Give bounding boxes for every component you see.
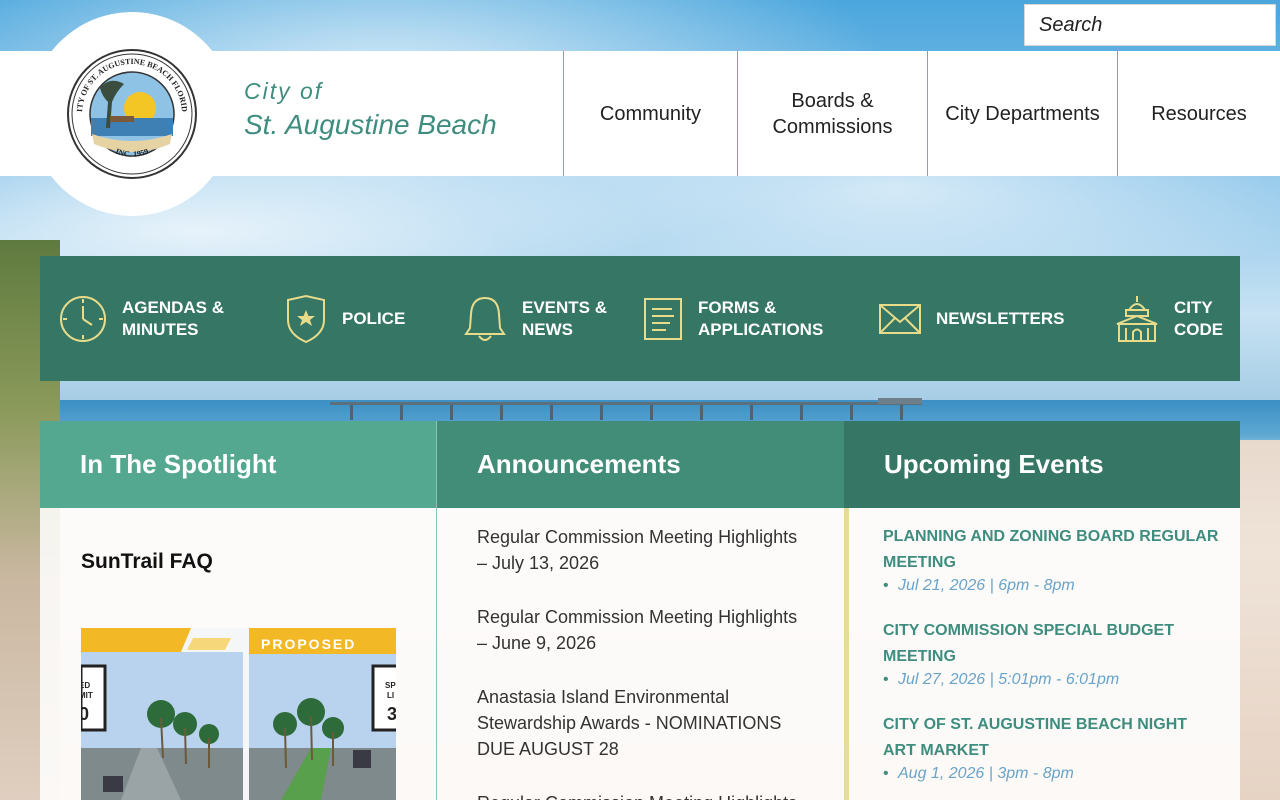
search-box (1024, 4, 1280, 46)
spotlight-image[interactable]: ED MIT 0 PROPOSED SP LI 3 (81, 628, 396, 800)
city-seal-link[interactable]: CITY OF ST. AUGUSTINE BEACH FLORIDA INC.… (30, 12, 234, 216)
event-date: Jul 27, 2026 | 5:01pm - 6:01pm (883, 670, 1220, 690)
events-panel: Upcoming Events PLANNING AND ZONING BOAR… (844, 421, 1240, 800)
brand-line-2: St. Augustine Beach (244, 109, 497, 140)
spotlight-title-link[interactable]: SunTrail FAQ (81, 550, 213, 574)
badge-icon (287, 294, 325, 343)
announcement-link[interactable]: Regular Commission Meeting Highlights – … (477, 524, 804, 576)
quick-links-bar: AGENDAS & MINUTES POLICE EVENTS & NEWS F… (40, 256, 1240, 381)
quick-link-agendas-minutes[interactable]: AGENDAS & MINUTES (58, 256, 232, 381)
pier-graphic (330, 398, 922, 420)
city-seal-logo: CITY OF ST. AUGUSTINE BEACH FLORIDA INC.… (66, 48, 197, 179)
event-item: PLANNING AND ZONING BOARD REGULAR MEETIN… (883, 524, 1220, 596)
bell-icon (464, 296, 506, 341)
announcement-link[interactable]: Anastasia Island Environmental Stewardsh… (477, 684, 804, 762)
brand-line-1: City of (244, 78, 324, 104)
event-title-link[interactable]: CITY COMMISSION SPECIAL BUDGET MEETING (883, 618, 1220, 670)
announcements-heading: Announcements (437, 421, 844, 508)
right-sign-line-3: 3 (387, 704, 396, 724)
spotlight-heading: In The Spotlight (40, 421, 436, 508)
nav-item-boards-commissions[interactable]: Boards & Commissions (737, 51, 927, 176)
right-sign-line-2: LI (387, 691, 394, 700)
event-item: CITY COMMISSION SPECIAL BUDGET MEETING J… (883, 618, 1220, 690)
city-hall-icon (1116, 295, 1158, 342)
quick-link-forms-applications[interactable]: FORMS & APPLICATIONS (642, 256, 828, 381)
nav-item-city-departments[interactable]: City Departments (927, 51, 1117, 176)
announcement-link[interactable]: Regular Commission Meeting Highlights (477, 790, 804, 800)
left-sign-line-1: ED (81, 681, 90, 690)
document-icon (644, 297, 682, 340)
quick-link-city-code[interactable]: CITY CODE (1114, 256, 1224, 381)
left-sign-line-3: 0 (81, 704, 89, 724)
spotlight-panel: In The Spotlight SunTrail FAQ ED MIT 0 P… (40, 421, 436, 800)
event-item: CITY OF ST. AUGUSTINE BEACH NIGHT ART MA… (883, 712, 1220, 784)
quick-link-label: POLICE (342, 308, 406, 328)
quick-link-label: CITY CODE (1174, 297, 1224, 339)
quick-link-police[interactable]: POLICE (284, 256, 405, 381)
suntrail-rendering-image: ED MIT 0 PROPOSED SP LI 3 (81, 628, 396, 800)
site-brand-link[interactable]: City of St. Augustine Beach (244, 78, 497, 141)
event-date: Aug 1, 2026 | 3pm - 8pm (883, 764, 1220, 784)
clock-icon (60, 295, 106, 342)
events-heading: Upcoming Events (844, 421, 1240, 508)
quick-link-label: FORMS & APPLICATIONS (698, 297, 824, 339)
quick-link-label: EVENTS & NEWS (522, 297, 608, 339)
search-input[interactable] (1025, 5, 1280, 45)
right-image-banner: PROPOSED (261, 636, 356, 652)
quick-link-label: AGENDAS & MINUTES (122, 297, 225, 339)
nav-item-community[interactable]: Community (563, 51, 737, 176)
right-sign-line-1: SP (385, 681, 396, 690)
announcement-link[interactable]: Regular Commission Meeting Highlights – … (477, 604, 804, 656)
announcements-panel: Announcements Regular Commission Meeting… (436, 421, 844, 800)
main-nav: Community Boards & Commissions City Depa… (563, 51, 1280, 176)
left-sign-line-2: MIT (81, 691, 93, 700)
event-title-link[interactable]: CITY OF ST. AUGUSTINE BEACH NIGHT ART MA… (883, 712, 1220, 764)
envelope-icon (879, 303, 921, 334)
nav-item-resources[interactable]: Resources (1117, 51, 1280, 176)
quick-link-newsletters[interactable]: NEWSLETTERS (878, 256, 1064, 381)
event-title-link[interactable]: PLANNING AND ZONING BOARD REGULAR MEETIN… (883, 524, 1220, 576)
event-date: Jul 21, 2026 | 6pm - 8pm (883, 576, 1220, 596)
quick-link-events-news[interactable]: EVENTS & NEWS (462, 256, 618, 381)
quick-link-label: NEWSLETTERS (936, 308, 1065, 328)
